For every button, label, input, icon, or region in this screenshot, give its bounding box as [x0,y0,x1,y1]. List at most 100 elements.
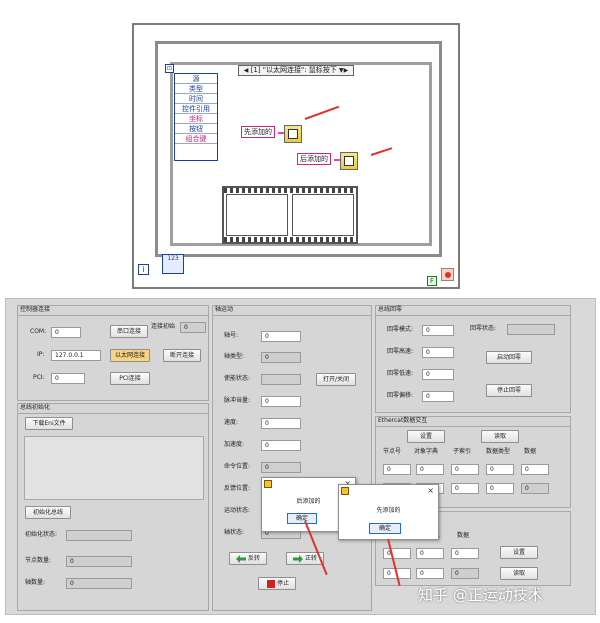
ecat-data-field[interactable]: 0 [521,464,549,475]
download-eni-button[interactable]: 下载Eni文件 [25,417,73,430]
command-position-field: 0 [261,462,301,473]
group-title: 控制器连接 [20,306,51,313]
pulse-equivalent-field[interactable]: 0 [261,396,301,407]
homing-mode-field[interactable]: 0 [422,325,454,336]
pci-field[interactable]: 0 [51,373,85,384]
homing-high-speed-label: 回零高速: [387,348,414,355]
pci-connect-button[interactable]: PCI连接 [110,372,150,385]
io-field[interactable]: 0 [451,548,479,559]
io-read-button[interactable]: 读取 [500,567,538,580]
ecat-data-field: 0 [521,483,549,494]
ecat-subindex-field[interactable]: 0 [451,464,479,475]
ok-button[interactable]: 确定 [369,523,401,534]
header-node: 节点号 [383,448,402,455]
group-title: Ethercat数据交互 [378,417,428,424]
enable-state-field [261,374,301,385]
message-dialog-front: × 先添加的 确定 [338,484,439,540]
event-case-selector[interactable]: ◀ [1] "以太网连接": 鼠标按下 ▼▶ [238,65,354,76]
sequence-frame-2 [292,194,354,236]
axis-count-label: 轴数量: [25,579,46,586]
connection-status-label: 连接初始 [151,323,176,330]
axis-no-field[interactable]: 0 [261,331,301,342]
iteration-terminal: i [138,264,149,275]
ip-address-field[interactable]: 127.0.0.1 [51,350,101,361]
axis-motion-group [212,305,372,611]
io-set-button[interactable]: 设置 [500,546,538,559]
loop-stop-icon [441,268,454,281]
header-data: 数据 [457,532,470,539]
homing-mode-label: 回零模式: [387,326,414,333]
string-constant-first: 先添加的 [241,126,275,138]
homing-high-speed-field[interactable]: 0 [422,347,454,358]
stop-homing-button[interactable]: 停止回零 [486,384,532,397]
ecat-node-field[interactable]: 0 [383,464,411,475]
group-title: 总线初始化 [20,404,51,411]
ecat-subindex-field[interactable]: 0 [451,483,479,494]
sequence-film-strip [224,237,356,242]
dropdown-arrow-icon[interactable]: ▼▶ [339,67,348,74]
decrement-arrow-icon[interactable]: ◀ [244,67,249,74]
ethercat-set-button[interactable]: 设置 [407,430,445,443]
ecat-objdict-field[interactable]: 0 [416,464,444,475]
event-field-coords: 坐标 [175,114,217,124]
homing-offset-field[interactable]: 0 [422,391,454,402]
feedback-position-label: 反馈位置: [224,485,251,492]
io-field[interactable]: 0 [416,548,444,559]
io-field[interactable]: 0 [383,548,411,559]
event-field-source: 源 [175,74,217,84]
acceleration-label: 加速度: [224,441,245,448]
watermark: 知乎 @正运动技术 [418,586,543,604]
serial-connect-button[interactable]: 串口连接 [110,325,148,338]
bus-log-area [24,436,204,500]
divider [17,413,209,414]
com-label: COM: [30,328,47,335]
event-field-type: 类型 [175,84,217,94]
node-count-field: 0 [66,556,132,567]
ecat-datatype-field[interactable]: 0 [486,464,514,475]
init-bus-button[interactable]: 初始化总线 [25,506,71,519]
string-constant-second: 后添加的 [297,153,331,165]
header-data-type: 数据类型 [486,448,511,455]
pulse-equivalent-label: 脉冲当量: [224,397,251,404]
homing-state-field [507,324,555,335]
divider [212,315,372,316]
sequence-frame-1 [226,194,288,236]
event-data-node: 源 类型 时间 控件引用 坐标 按钮 组合键 [174,73,218,161]
io-field[interactable]: 0 [416,568,444,579]
stop-motion-button[interactable]: 停止 [258,577,296,590]
header-object-dict: 对象字典 [414,448,439,455]
ip-label: IP: [37,351,45,358]
homing-offset-label: 回零偏移: [387,392,414,399]
labview-icon [264,480,272,488]
command-position-label: 命令位置: [224,463,251,470]
disconnect-button[interactable]: 断开连接 [163,349,201,362]
group-title: 轴运动 [215,306,234,313]
sequence-film-strip [224,188,356,193]
enable-toggle-button[interactable]: 打开/关闭 [316,373,356,386]
one-button-dialog-icon [284,125,302,143]
start-homing-button[interactable]: 启动回零 [486,351,532,364]
axis-state-label: 轴状态: [224,529,245,536]
acceleration-field[interactable]: 0 [261,440,301,451]
divider [375,426,571,427]
reverse-button[interactable]: 反转 [229,552,267,565]
homing-low-speed-field[interactable]: 0 [422,369,454,380]
group-title: 总线回零 [378,306,403,313]
event-field-time: 时间 [175,94,217,104]
axis-no-label: 轴号: [224,332,239,339]
homing-low-speed-label: 回零低速: [387,370,414,377]
node-count-label: 节点数量: [25,557,52,564]
close-icon[interactable]: × [427,486,434,496]
speed-label: 速度: [224,419,239,426]
left-arrow-icon [236,554,247,563]
ethernet-connect-button[interactable]: 以太网连接 [110,349,150,362]
speed-field[interactable]: 0 [261,418,301,429]
axis-type-field: 0 [261,352,301,363]
ok-button[interactable]: 确定 [287,513,317,524]
init-state-field [66,530,132,541]
ethercat-read-button[interactable]: 读取 [481,430,519,443]
com-port-field[interactable]: 0 [51,327,81,338]
false-constant: F [427,276,437,286]
ecat-datatype-field[interactable]: 0 [486,483,514,494]
io-field: 0 [451,568,479,579]
